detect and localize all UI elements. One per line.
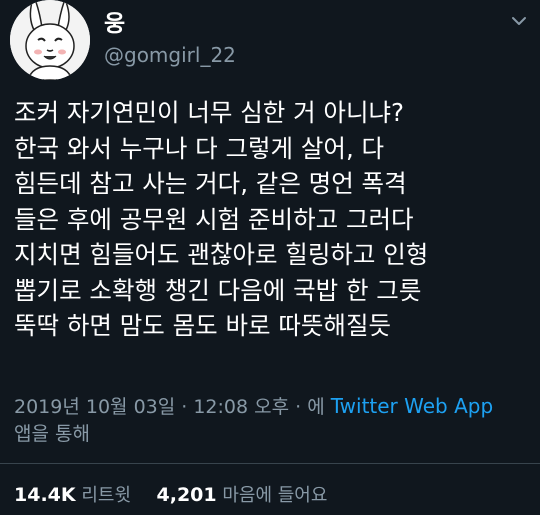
cartoon-rabbit-avatar-icon: [10, 0, 90, 80]
tweet-text-line: 들은 후에 공무원 시험 준비하고 그러다: [14, 204, 414, 234]
source-suffix: 앱을 통해: [14, 423, 90, 445]
tweet-card: 웅 @gomgirl_22 조커 자기연민이 너무 심한 거 아니냐? 한국 와…: [0, 0, 540, 515]
more-options-button[interactable]: [506, 8, 532, 34]
tweet-text-line: 지치면 힘들어도 괜찮아로 힐링하고 인형: [14, 240, 429, 269]
tweet-meta: 2019년 10월 03일 · 12:08 오후 · 에 Twitter Web…: [14, 393, 534, 448]
timestamp[interactable]: 2019년 10월 03일 · 12:08 오후 · 에: [14, 396, 331, 418]
retweets-stat[interactable]: 14.4K 리트윗: [14, 484, 137, 506]
chevron-down-icon: [512, 17, 526, 25]
user-handle[interactable]: @gomgirl_22: [104, 43, 236, 67]
tweet-text-line: 뽑기로 소확행 챙긴 다음에 국밥 한 그릇: [14, 275, 422, 305]
divider: [0, 463, 540, 464]
tweet-text-line: 한국 와서 누구나 다 그렇게 살어, 다: [14, 133, 385, 163]
likes-label: 마음에 들어요: [222, 485, 328, 506]
tweet-text-line: 힘든데 참고 사는 거다, 같은 명언 폭격: [14, 169, 407, 198]
tweet-stats: 14.4K 리트윗 4,201 마음에 들어요: [14, 481, 327, 507]
retweets-count: 14.4K: [14, 484, 76, 506]
display-name[interactable]: 웅: [104, 4, 125, 38]
likes-count: 4,201: [156, 484, 217, 506]
tweet-text-line: 뚝딱 하면 맘도 몸도 바로 따뜻해질듯: [14, 311, 392, 340]
tweet-text-line: 조커 자기연민이 너무 심한 거 아니냐?: [14, 98, 405, 127]
tweet-text: 조커 자기연민이 너무 심한 거 아니냐? 한국 와서 누구나 다 그렇게 살어…: [14, 95, 534, 344]
source-app-link[interactable]: Twitter Web App: [331, 394, 493, 418]
avatar[interactable]: [10, 0, 90, 80]
likes-stat[interactable]: 4,201 마음에 들어요: [156, 484, 328, 506]
retweets-label: 리트윗: [81, 485, 132, 506]
